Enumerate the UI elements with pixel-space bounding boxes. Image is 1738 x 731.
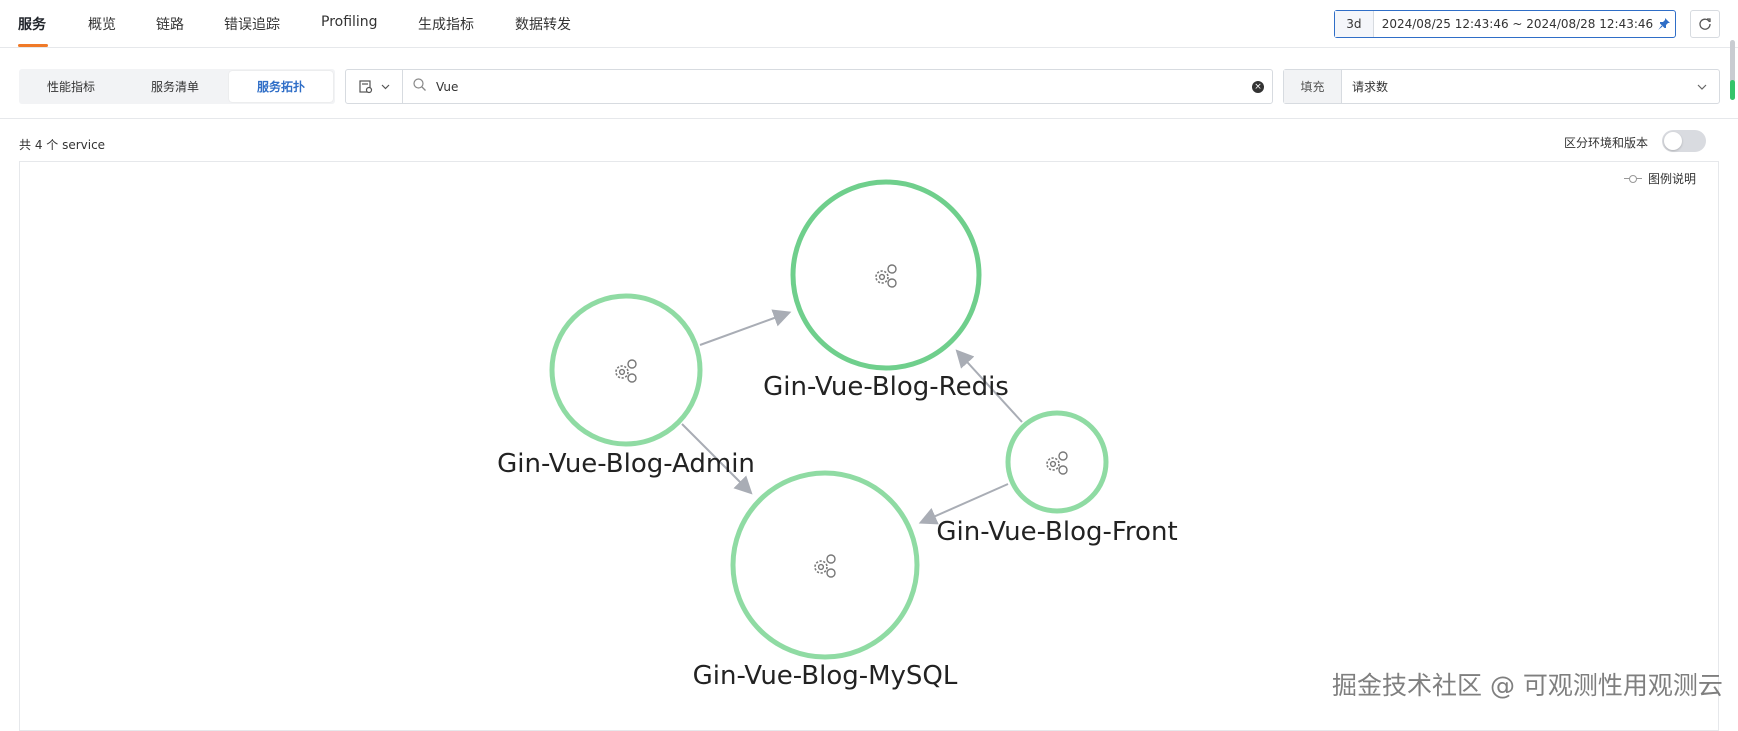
node-front[interactable]: Gin-Vue-Blog-Front xyxy=(936,410,1178,547)
node-admin[interactable]: Gin-Vue-Blog-Admin xyxy=(497,293,755,479)
node-mysql[interactable]: Gin-Vue-Blog-MySQL xyxy=(693,470,958,691)
edge-admin-redis xyxy=(699,309,792,346)
node-label-redis: Gin-Vue-Blog-Redis xyxy=(763,372,1009,402)
node-label-admin: Gin-Vue-Blog-Admin xyxy=(497,449,755,479)
watermark: 掘金技术社区 @ 可观测性用观测云 xyxy=(1332,671,1723,700)
node-redis[interactable]: Gin-Vue-Blog-Redis xyxy=(763,179,1009,402)
topology-graph: Gin-Vue-Blog-Redis Gin-Vue-Blog-Admin Gi… xyxy=(497,179,1178,691)
node-label-mysql: Gin-Vue-Blog-MySQL xyxy=(693,661,958,691)
node-label-front: Gin-Vue-Blog-Front xyxy=(936,517,1177,547)
